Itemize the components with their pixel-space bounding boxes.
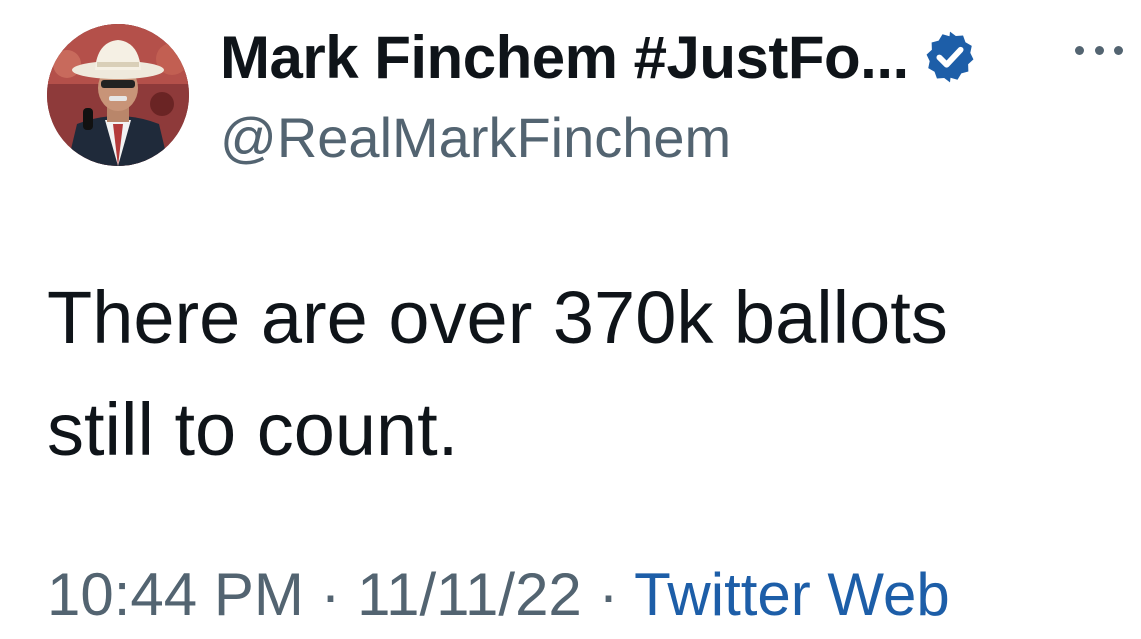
profile-photo-icon <box>47 24 189 166</box>
tweet-meta: 10:44 PM · 11/11/22 · Twitter Web <box>47 560 950 629</box>
tweet-date[interactable]: 11/11/22 <box>357 561 582 628</box>
user-handle[interactable]: @RealMarkFinchem <box>220 105 731 170</box>
separator: · <box>581 561 635 628</box>
tweet-text: There are over 370k ballots still to cou… <box>47 262 1107 486</box>
dot <box>1075 45 1084 55</box>
avatar[interactable] <box>47 24 189 166</box>
dot <box>1114 45 1123 55</box>
tweet-text-line-2: still to count. <box>47 388 459 471</box>
dot <box>1094 45 1104 55</box>
tweet-text-line-1: There are over 370k ballots <box>47 276 948 359</box>
tweet-card: Mark Finchem #JustFo... @RealMarkFinchem… <box>0 0 1141 639</box>
display-name[interactable]: Mark Finchem #JustFo... <box>220 23 909 92</box>
user-name-row: Mark Finchem #JustFo... <box>220 20 979 94</box>
tweet-time[interactable]: 10:44 PM <box>47 561 304 628</box>
tweet-source-link[interactable]: Twitter Web <box>634 561 950 628</box>
verified-badge-icon <box>921 28 979 86</box>
separator: · <box>303 561 358 628</box>
more-options-icon[interactable] <box>1075 40 1123 60</box>
